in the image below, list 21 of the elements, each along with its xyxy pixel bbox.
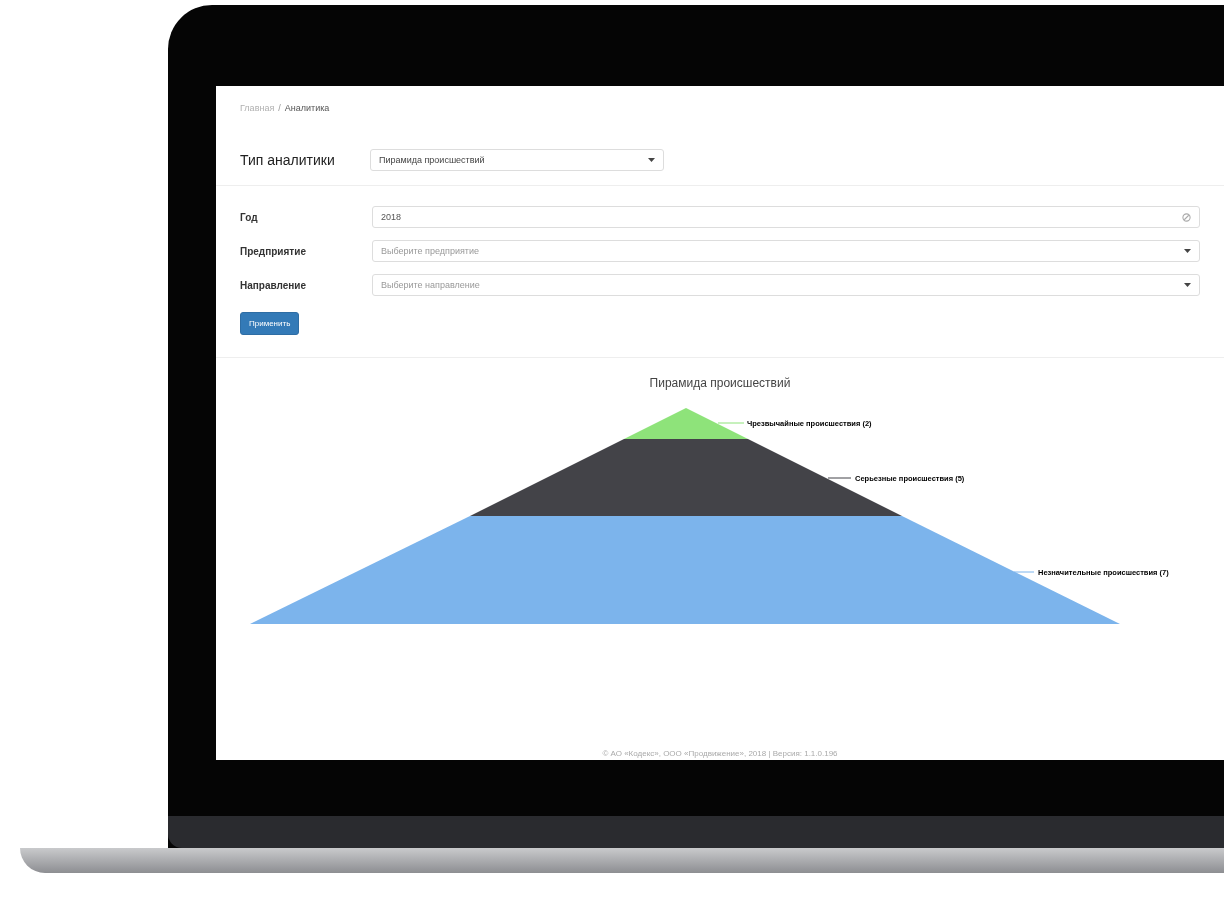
select-field[interactable]: Выберите предприятие (372, 240, 1200, 262)
chart-title: Пирамида происшествий (648, 376, 792, 390)
breadcrumb-link[interactable]: Аналитика (284, 103, 330, 113)
breadcrumb-separator: / (278, 103, 281, 113)
caret-icon (1184, 249, 1191, 253)
leader-line (1013, 571, 1035, 573)
leader-line (827, 477, 852, 479)
apply-button[interactable]: Применить (240, 312, 300, 335)
input-field[interactable]: 2018 (372, 206, 1200, 228)
clear-icon[interactable] (1182, 212, 1191, 222)
footer-text: © АО «Кодекс», ООО «Продвижение», 2018 | Версия: 1.1.0.196 (601, 749, 839, 760)
analytics-type-label: Тип аналитики (240, 152, 336, 168)
field-label: Предприятие (240, 245, 307, 257)
analytics-type-select[interactable]: Пирамида происшествий (370, 149, 664, 171)
field-label: Год (240, 211, 259, 223)
leader-line (717, 422, 745, 424)
breadcrumb-link[interactable]: Главная (240, 103, 275, 113)
caret-icon (1184, 283, 1191, 287)
field-label: Направление (240, 279, 308, 291)
select-field[interactable]: Выберите направление (372, 274, 1200, 296)
caret-icon (648, 158, 655, 162)
